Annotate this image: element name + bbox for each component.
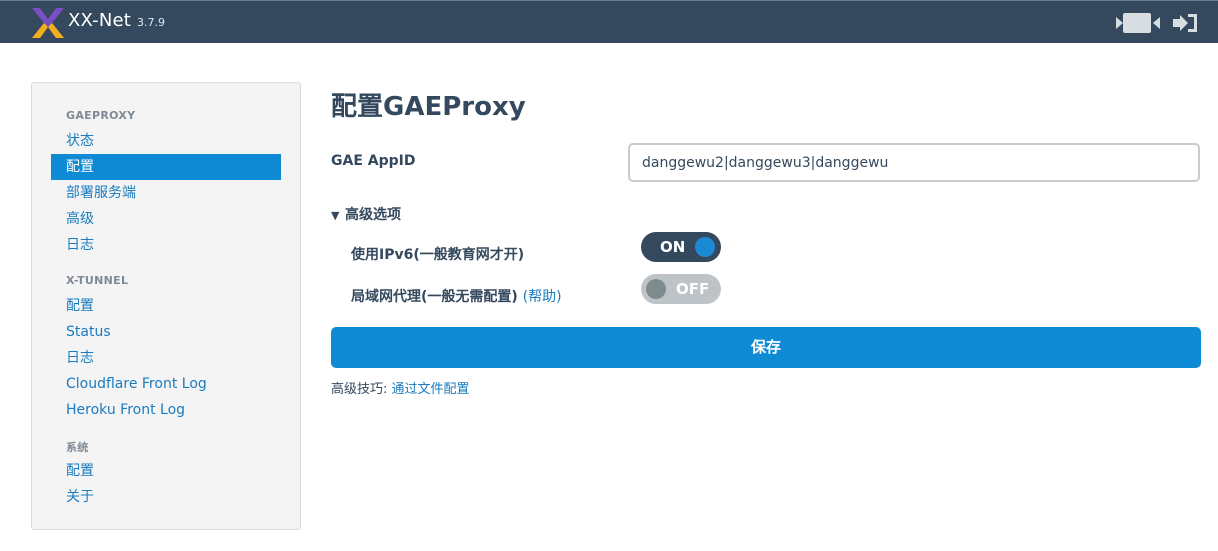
sidebar-item-heroku-front-log[interactable]: Heroku Front Log — [51, 397, 281, 423]
sidebar-item-cloudflare-front-log[interactable]: Cloudflare Front Log — [51, 371, 281, 397]
lan-proxy-help-link[interactable]: (帮助) — [523, 289, 562, 305]
sidebar: GAEPROXY 状态 配置 部署服务端 高级 日志 X-TUNNEL 配置 S… — [31, 82, 301, 530]
brand-name[interactable]: XX-Net — [68, 10, 131, 31]
sidebar-item-xtunnel-status[interactable]: Status — [51, 319, 281, 345]
advanced-options-label: 高级选项 — [345, 207, 401, 223]
sidebar-item-gaeproxy-status[interactable]: 状态 — [51, 128, 281, 154]
sidebar-item-system-about[interactable]: 关于 — [51, 484, 281, 510]
lan-proxy-toggle-switch[interactable]: OFF — [641, 274, 721, 304]
sidebar-section-system: 系统 — [66, 441, 89, 454]
chevron-down-icon: ▼ — [331, 209, 340, 222]
ipv6-toggle-state: ON — [660, 238, 686, 256]
lan-proxy-option: 局域网代理(一般无需配置) (帮助) — [351, 286, 562, 306]
ipv6-toggle-switch[interactable]: ON — [641, 232, 721, 262]
sidebar-item-system-config[interactable]: 配置 — [51, 458, 281, 484]
sidebar-item-xtunnel-config[interactable]: 配置 — [51, 293, 281, 319]
version-label: 3.7.9 — [137, 16, 165, 29]
sidebar-item-gaeproxy-config[interactable]: 配置 — [51, 154, 281, 180]
sidebar-section-gaeproxy: GAEPROXY — [66, 109, 136, 122]
advanced-options-toggle[interactable]: ▼ 高级选项 — [331, 204, 401, 224]
save-button[interactable]: 保存 — [331, 327, 1201, 368]
camera-icon[interactable] — [1116, 12, 1160, 34]
advanced-tip: 高级技巧: 通过文件配置 — [331, 378, 470, 397]
ipv6-option-label: 使用IPv6(一般教育网才开) — [351, 247, 525, 263]
top-navbar: XX-Net 3.7.9 — [0, 0, 1218, 43]
xxnet-logo-icon[interactable] — [32, 8, 64, 38]
lan-proxy-option-label: 局域网代理(一般无需配置) — [351, 289, 518, 305]
sidebar-item-gaeproxy-log[interactable]: 日志 — [51, 232, 281, 258]
lan-proxy-toggle-knob — [646, 279, 666, 299]
sidebar-item-gaeproxy-deploy[interactable]: 部署服务端 — [51, 180, 281, 206]
advanced-tip-prefix: 高级技巧: — [331, 382, 388, 397]
page-title: 配置GAEProxy — [331, 92, 526, 122]
config-via-file-link[interactable]: 通过文件配置 — [392, 382, 470, 397]
sidebar-item-xtunnel-log[interactable]: 日志 — [51, 345, 281, 371]
sidebar-item-gaeproxy-advanced[interactable]: 高级 — [51, 206, 281, 232]
sign-out-icon[interactable] — [1173, 12, 1199, 34]
lan-proxy-toggle-state: OFF — [676, 280, 710, 298]
appid-input[interactable] — [628, 143, 1200, 182]
appid-label: GAE AppID — [331, 153, 416, 169]
ipv6-toggle-knob — [695, 237, 715, 257]
sidebar-section-xtunnel: X-TUNNEL — [66, 274, 129, 287]
